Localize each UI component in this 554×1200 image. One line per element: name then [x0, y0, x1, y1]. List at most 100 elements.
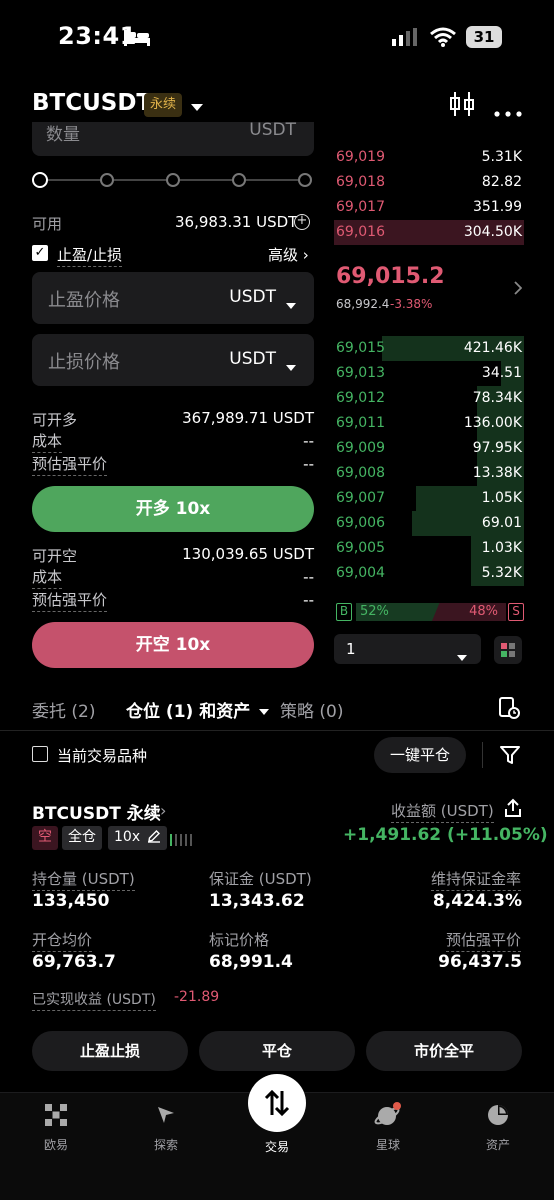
- realized-pnl-value: -21.89: [174, 989, 220, 1005]
- filter-icon[interactable]: [500, 745, 520, 769]
- bid-price: 69,012: [336, 390, 385, 406]
- bid-price: 69,005: [336, 540, 385, 556]
- buy-percent: 52%: [360, 604, 389, 619]
- buy-sell-ratio: B 52% 48% S: [336, 603, 524, 621]
- bid-row[interactable]: 69,005 1.03K: [334, 536, 524, 561]
- slider-knob-100[interactable]: [298, 173, 312, 187]
- bid-row[interactable]: 69,007 1.05K: [334, 486, 524, 511]
- bid-row[interactable]: 69,011 136.00K: [334, 411, 524, 436]
- stop-loss-placeholder: 止损价格: [48, 352, 120, 373]
- caret-down-icon[interactable]: [286, 357, 296, 376]
- ask-row[interactable]: 69,017 351.99: [334, 195, 524, 220]
- nav-trade-label[interactable]: 交易: [237, 1138, 317, 1155]
- ask-row[interactable]: 69,019 5.31K: [334, 145, 524, 170]
- mmr-label: 维持保证金率: [431, 868, 522, 891]
- available-value: 36,983.31 USDT: [175, 213, 298, 231]
- bid-row[interactable]: 69,006 69.01: [334, 511, 524, 536]
- leverage-value: 10x: [114, 829, 141, 845]
- bid-row[interactable]: 69,009 97.95K: [334, 436, 524, 461]
- ask-row[interactable]: 69,016 304.50K: [334, 220, 524, 245]
- available-label: 可用: [32, 215, 63, 233]
- ask-quantity: 304.50K: [463, 224, 522, 240]
- edit-icon: [147, 830, 160, 843]
- max-long-value: 367,989.71 USDT: [182, 409, 314, 427]
- bid-quantity: 1.03K: [481, 540, 522, 556]
- depth-precision-select[interactable]: 1: [334, 634, 481, 664]
- symbol-title[interactable]: BTCUSDT: [32, 90, 152, 116]
- nav-home-label: 欧易: [43, 1138, 68, 1152]
- nav-discover[interactable]: 探索: [126, 1100, 206, 1153]
- market-close-button[interactable]: 市价全平: [366, 1031, 522, 1071]
- tpsl-checkbox[interactable]: ✓: [32, 245, 48, 261]
- candlestick-chart-icon[interactable]: [448, 90, 476, 122]
- close-position-button[interactable]: 平仓: [199, 1031, 355, 1071]
- position-size-label: 持仓量 (USDT): [32, 868, 135, 891]
- position-symbol[interactable]: BTCUSDT 永续: [32, 799, 161, 824]
- orderbook-layout-icon[interactable]: [494, 636, 522, 664]
- chevron-right-icon[interactable]: ›: [160, 801, 166, 820]
- bid-price: 69,011: [336, 415, 385, 431]
- tab-strategy[interactable]: 策略 (0): [280, 697, 343, 722]
- slider-knob-50[interactable]: [166, 173, 180, 187]
- bid-row[interactable]: 69,015 421.46K: [334, 336, 524, 361]
- more-options-icon[interactable]: [494, 102, 522, 121]
- bid-price: 69,009: [336, 440, 385, 456]
- long-liq-value: --: [303, 455, 314, 473]
- take-profit-unit[interactable]: USDT: [229, 287, 276, 307]
- entry-price-label: 开仓均价: [32, 929, 93, 952]
- okx-logo-icon: [16, 1100, 96, 1130]
- margin-label: 保证金 (USDT): [209, 870, 312, 888]
- bid-quantity: 69.01: [481, 515, 522, 531]
- slider-knob-0[interactable]: [32, 172, 48, 188]
- tpsl-button[interactable]: 止盈止损: [32, 1031, 188, 1071]
- nav-home[interactable]: 欧易: [16, 1100, 96, 1153]
- bid-price: 69,004: [336, 565, 385, 581]
- open-short-button[interactable]: 开空 10x: [32, 622, 314, 668]
- bid-price: 69,008: [336, 465, 385, 481]
- bid-row[interactable]: 69,004 5.32K: [334, 561, 524, 586]
- wifi-icon: [430, 27, 456, 51]
- filter-divider: [482, 742, 483, 768]
- quantity-slider[interactable]: [32, 170, 314, 190]
- stop-loss-input[interactable]: 止损价格 USDT: [32, 334, 314, 386]
- quantity-input[interactable]: 数量 USDT: [32, 122, 314, 156]
- share-icon[interactable]: [504, 798, 522, 822]
- ask-quantity: 82.82: [481, 174, 522, 190]
- stop-loss-unit[interactable]: USDT: [229, 349, 276, 369]
- history-icon[interactable]: [498, 697, 520, 723]
- slider-knob-75[interactable]: [232, 173, 246, 187]
- slider-knob-25[interactable]: [100, 173, 114, 187]
- margin-mode-badge: 全仓: [62, 826, 102, 850]
- bid-row[interactable]: 69,012 78.34K: [334, 386, 524, 411]
- advanced-link[interactable]: 高级 ›: [268, 244, 309, 265]
- transfer-plus-icon[interactable]: +: [294, 214, 310, 230]
- pie-chart-icon: [458, 1100, 538, 1130]
- nav-planet[interactable]: 星球: [348, 1100, 428, 1153]
- ask-price: 69,016: [336, 224, 385, 240]
- buy-badge: B: [336, 603, 352, 621]
- price-change: -3.38%: [390, 297, 433, 311]
- trade-swap-icon[interactable]: [248, 1074, 306, 1132]
- ask-row[interactable]: 69,018 82.82: [334, 170, 524, 195]
- last-price: 69,015.2: [336, 264, 445, 289]
- bid-row[interactable]: 69,013 34.51: [334, 361, 524, 386]
- nav-assets-label: 资产: [485, 1138, 510, 1152]
- open-long-button[interactable]: 开多 10x: [32, 486, 314, 532]
- bid-row[interactable]: 69,008 13.38K: [334, 461, 524, 486]
- pnl-value: +1,491.62 (+11.05%): [343, 825, 548, 845]
- ask-quantity: 351.99: [473, 199, 522, 215]
- current-symbol-checkbox[interactable]: [32, 746, 48, 762]
- caret-down-icon[interactable]: [286, 295, 296, 314]
- leverage-badge[interactable]: 10x: [108, 826, 167, 850]
- cellular-signal-icon: [392, 28, 418, 50]
- close-all-button[interactable]: 一键平仓: [374, 737, 466, 773]
- tab-positions[interactable]: 仓位 (1) 和资产: [126, 697, 270, 722]
- tab-orders[interactable]: 委托 (2): [32, 697, 95, 722]
- caret-down-icon[interactable]: [190, 98, 204, 117]
- bid-price: 69,013: [336, 365, 385, 381]
- take-profit-input[interactable]: 止盈价格 USDT: [32, 272, 314, 324]
- nav-assets[interactable]: 资产: [458, 1100, 538, 1153]
- mark-price-label: 标记价格: [209, 931, 270, 949]
- sleep-icon: [124, 30, 150, 50]
- chevron-right-icon[interactable]: [514, 280, 523, 299]
